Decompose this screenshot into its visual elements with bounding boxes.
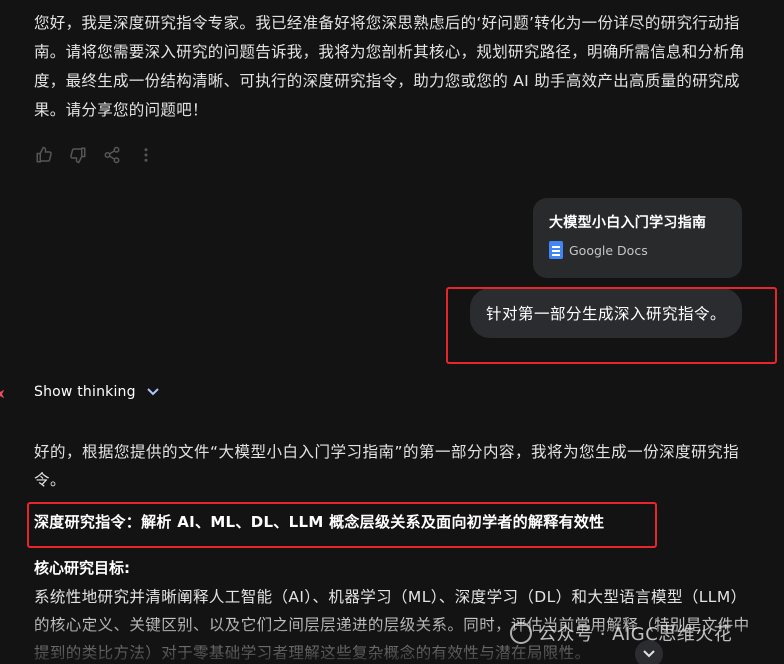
attachment-source: Google Docs: [549, 241, 726, 259]
show-thinking-toggle[interactable]: Show thinking: [34, 384, 160, 400]
scroll-down-button[interactable]: [635, 640, 663, 664]
more-icon[interactable]: [135, 144, 157, 166]
attachment-title: 大模型小白入门学习指南: [549, 215, 707, 231]
response-actions: [33, 144, 157, 166]
thumbs-up-icon[interactable]: [33, 144, 55, 166]
share-icon[interactable]: [101, 144, 123, 166]
show-thinking-label: Show thinking: [34, 384, 136, 400]
attachment-source-label: Google Docs: [569, 242, 648, 258]
user-message-text: 针对第一部分生成深入研究指令。: [486, 305, 727, 323]
google-docs-icon: [549, 241, 563, 259]
gemini-spark-icon: [0, 386, 8, 403]
scroll-down-icon: [643, 650, 655, 658]
response-intro: 好的，根据您提供的文件“大模型小白入门学习指南”的第一部分内容，我将为您生成一份…: [34, 443, 740, 489]
attachment-card[interactable]: 大模型小白入门学习指南 Google Docs: [533, 198, 742, 278]
response-title: 深度研究指令：解析 AI、ML、DL、LLM 概念层级关系及面向初学者的解释有效…: [34, 513, 605, 531]
goal-heading: 核心研究目标:: [34, 559, 130, 577]
chat-page: 您好，我是深度研究指令专家。我已经准备好将您深思熟虑后的‘好问题’转化为一份详尽…: [0, 0, 784, 664]
thumbs-down-icon[interactable]: [67, 144, 89, 166]
chevron-down-icon: [147, 388, 159, 396]
assistant-intro-message: 您好，我是深度研究指令专家。我已经准备好将您深思熟虑后的‘好问题’转化为一份详尽…: [34, 14, 746, 119]
user-message-bubble: 针对第一部分生成深入研究指令。: [470, 288, 742, 338]
